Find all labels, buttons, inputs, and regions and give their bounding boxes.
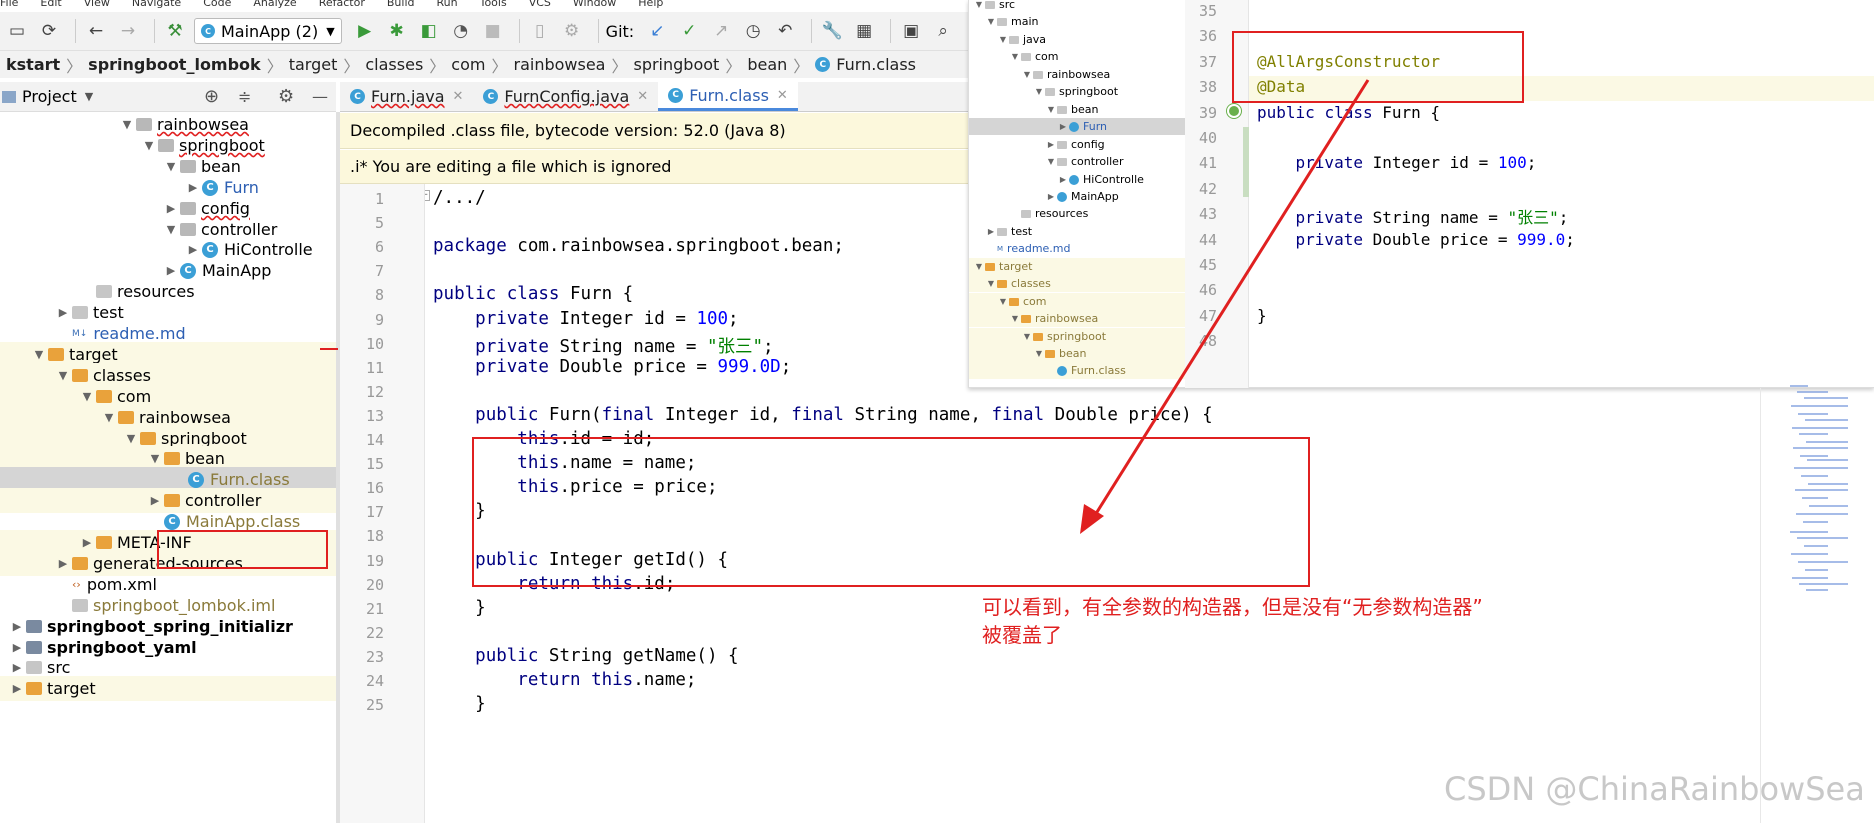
minimap-line (1809, 505, 1848, 507)
minimap-line (1802, 497, 1828, 499)
minimap-line (1806, 441, 1848, 443)
minimap-line (1799, 433, 1828, 435)
minimap-line (1803, 521, 1828, 523)
minimap-line (1807, 459, 1848, 461)
minimap-line (1796, 513, 1848, 515)
annotation-note: 可以看到，有全参数的构造器，但是没有“无参数构造器” 被覆盖了 (982, 593, 1483, 649)
minimap-line (1793, 447, 1848, 449)
annotation-line-2: 被覆盖了 (982, 623, 1062, 647)
minimap-line (1791, 553, 1828, 555)
minimap-line (1791, 405, 1848, 407)
watermark: CSDN @ChinaRainbowSea (1444, 770, 1865, 808)
minimap-line (1797, 537, 1848, 539)
minimap-line (1805, 569, 1828, 571)
minimap-line (1805, 419, 1848, 421)
minimap-line (1798, 413, 1828, 415)
minimap-line (1792, 427, 1848, 429)
editor-right-divider (1760, 388, 1761, 823)
minimap-line (1799, 583, 1848, 585)
minimap-line (1804, 397, 1848, 399)
minimap-line (1797, 391, 1828, 393)
annotation-arrow (1080, 79, 1370, 534)
minimap-line (1794, 467, 1848, 469)
minimap-line (1808, 483, 1848, 485)
minimap-line (1801, 475, 1828, 477)
minimap-line (1790, 531, 1828, 533)
annotation-line-1: 可以看到，有全参数的构造器，但是没有“无参数构造器” (982, 595, 1483, 619)
minimap-line (1806, 589, 1828, 591)
minimap-line (1795, 489, 1848, 491)
minimap-line (1804, 545, 1828, 547)
minimap-line (1790, 385, 1808, 387)
minimap-line (1798, 561, 1848, 563)
error-stripe-minimap (1790, 385, 1850, 595)
minimap-line (1800, 455, 1828, 457)
minimap-line (1792, 577, 1828, 579)
